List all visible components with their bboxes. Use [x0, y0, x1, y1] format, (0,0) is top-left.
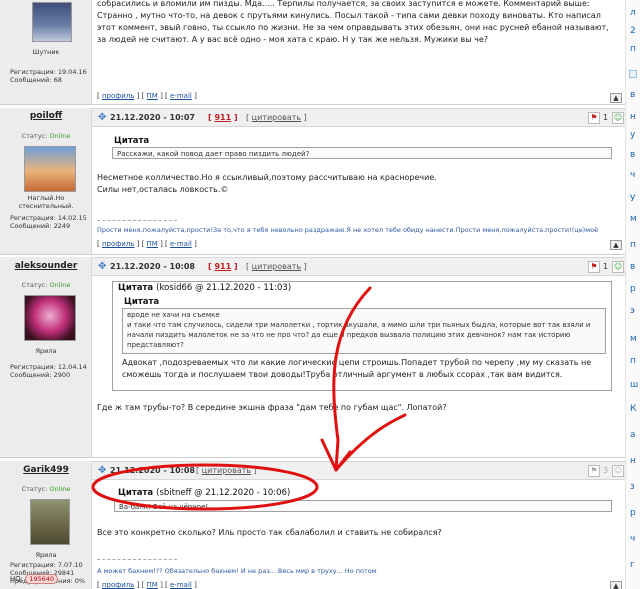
right-sidebar-strip: л 2 п в н у в ч У м п в р э м п ш К а н … [625, 0, 640, 589]
red-circle-annotation [91, 463, 319, 511]
forum-thread: Шутник Регистрация: 19.04.16 Сообщений: … [0, 0, 640, 589]
red-arrow-annotation [320, 286, 407, 472]
red-annotation-overlay [91, 286, 407, 511]
